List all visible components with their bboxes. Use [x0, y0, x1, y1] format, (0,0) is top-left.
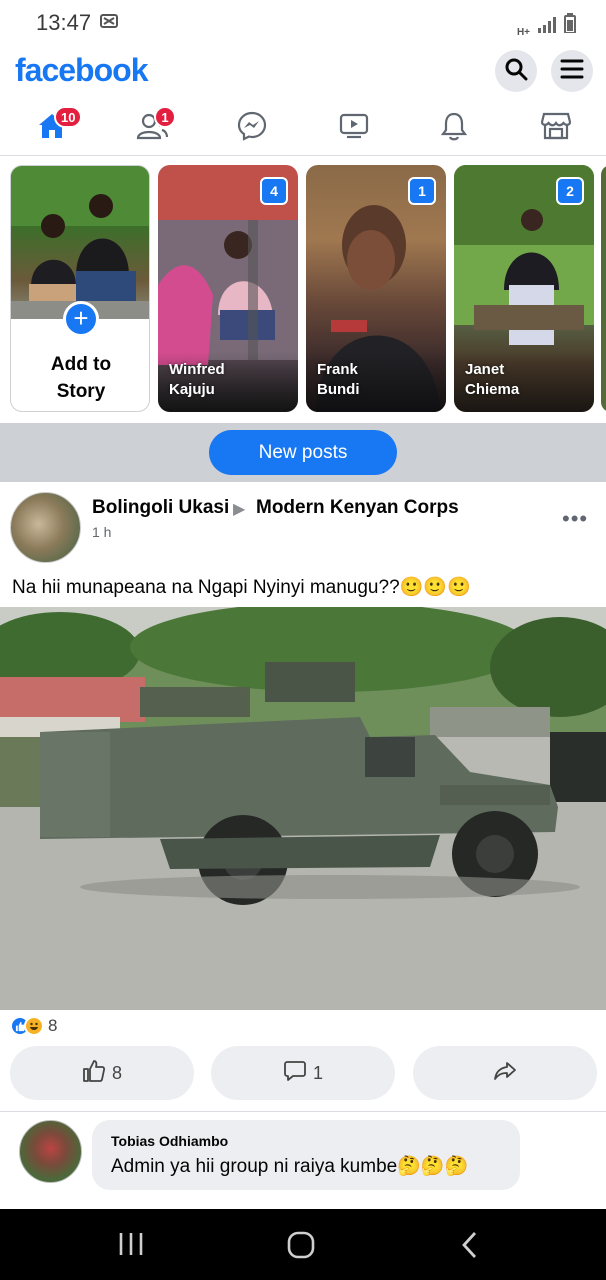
share-icon	[493, 1059, 517, 1088]
reaction-summary[interactable]: 8	[10, 1016, 57, 1036]
story-author-last: Kajuju	[169, 381, 215, 398]
comment-icon	[283, 1059, 307, 1088]
post-group-name[interactable]: Modern Kenyan Corps	[256, 497, 459, 519]
shop-icon	[540, 112, 572, 145]
main-nav: 10 1	[0, 98, 606, 156]
story-author-last: Bundi	[317, 381, 360, 398]
post-image[interactable]	[0, 607, 606, 1010]
menu-icon	[560, 58, 584, 85]
comment-text: Admin ya hii group ni raiya kumbe🤔🤔🤔	[111, 1156, 469, 1177]
haha-reaction-icon	[24, 1016, 44, 1036]
search-button[interactable]	[495, 50, 537, 92]
add-story-label-line1: Add to	[50, 354, 112, 375]
status-time: 13:47	[36, 10, 92, 35]
network-type: H+	[516, 27, 530, 38]
thumbs-up-icon	[82, 1059, 106, 1088]
reaction-count: 8	[48, 1016, 58, 1035]
story-count-badge: 2	[556, 177, 584, 205]
messenger-icon	[237, 111, 267, 146]
signal-icon	[538, 17, 556, 38]
android-nav-bar	[0, 1209, 606, 1280]
nav-friends[interactable]: 1	[130, 106, 176, 148]
home-circle-icon[interactable]	[287, 1231, 315, 1264]
nav-notifications[interactable]	[432, 108, 476, 148]
add-story-card[interactable]: + Add to Story	[10, 165, 150, 412]
recent-apps-icon[interactable]	[118, 1231, 144, 1262]
story-card-winfred[interactable]: 4 Winfred Kajuju	[158, 165, 298, 412]
friends-badge: 1	[154, 106, 176, 128]
divider	[0, 1111, 606, 1112]
story-author-first: Janet	[465, 361, 505, 378]
nav-marketplace[interactable]	[534, 108, 578, 148]
stories-tray: + Add to Story 4 Winfred Kajuju 1 Frank …	[0, 157, 606, 423]
nav-watch[interactable]	[332, 108, 376, 148]
post-timestamp[interactable]: 1 h	[92, 524, 111, 540]
bell-icon	[440, 111, 468, 146]
share-button[interactable]	[413, 1046, 597, 1100]
menu-button[interactable]	[551, 50, 593, 92]
add-story-label-line2: Story	[56, 381, 106, 402]
add-story-plus-icon[interactable]: +	[63, 301, 99, 337]
commenter-avatar[interactable]	[19, 1120, 82, 1183]
story-author-first: Frank	[317, 361, 358, 378]
story-card-janet[interactable]: 2 Janet Chiema	[454, 165, 594, 412]
story-card-partial[interactable]	[601, 165, 606, 412]
home-badge: 10	[54, 106, 83, 128]
user-profile-photo	[11, 166, 149, 319]
like-count: 8	[111, 1062, 122, 1083]
nav-messenger[interactable]	[230, 108, 274, 148]
story-author-first: Winfred	[169, 361, 225, 378]
post-author-avatar[interactable]	[10, 492, 81, 563]
story-count-badge: 4	[260, 177, 288, 205]
new-posts-button[interactable]: New posts	[209, 430, 397, 475]
nav-home[interactable]: 10	[30, 106, 83, 148]
story-count-badge: 1	[408, 177, 436, 205]
back-icon[interactable]	[460, 1231, 480, 1264]
arrow-right-icon: ▶	[233, 501, 246, 518]
comment-count: 1	[312, 1062, 323, 1083]
search-icon	[504, 57, 528, 86]
facebook-logo[interactable]: facebook	[15, 52, 148, 89]
status-bar: 13:47 H+	[0, 0, 606, 46]
commenter-name[interactable]: Tobias Odhiambo	[111, 1133, 228, 1149]
story-author-name: Janet Chiema	[465, 360, 585, 400]
post-text: Na hii munapeana na Ngapi Nyinyi manugu?…	[12, 577, 471, 598]
like-button[interactable]: 8	[10, 1046, 194, 1100]
screen-cast-icon	[100, 14, 118, 35]
story-author-name: Winfred Kajuju	[169, 360, 289, 400]
battery-icon	[564, 13, 576, 38]
add-story-label: Add to Story	[11, 351, 149, 405]
video-icon	[339, 113, 369, 144]
status-indicators: H+	[517, 13, 576, 38]
story-author-last: Chiema	[465, 381, 520, 398]
story-card-frank[interactable]: 1 Frank Bundi	[306, 165, 446, 412]
more-options-icon[interactable]: •••	[562, 506, 588, 532]
comment-bubble[interactable]: Tobias Odhiambo Admin ya hii group ni ra…	[92, 1120, 520, 1190]
comment-button[interactable]: 1	[211, 1046, 395, 1100]
post-author-name[interactable]: Bolingoli Ukasi	[92, 497, 229, 519]
story-author-name: Frank Bundi	[317, 360, 437, 400]
